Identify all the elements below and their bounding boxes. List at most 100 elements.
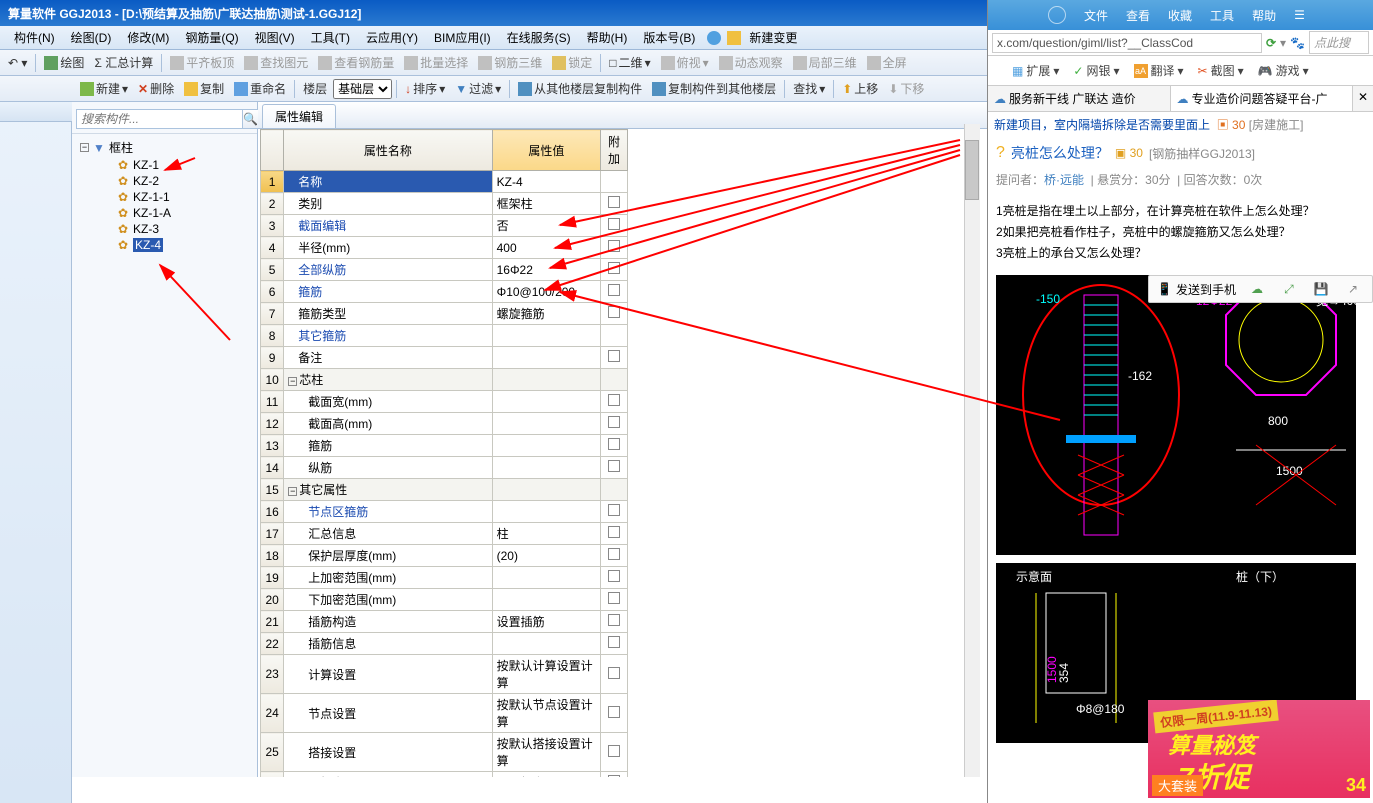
bt-games[interactable]: 🎮游戏 ▾	[1258, 62, 1309, 79]
prop-row[interactable]: 16 节点区箍筋	[261, 501, 628, 523]
prop-row[interactable]: 18 保护层厚度(mm) (20)	[261, 545, 628, 567]
prop-value[interactable]: 柱	[492, 523, 600, 545]
search-input[interactable]	[76, 109, 243, 129]
tree-item-kz3[interactable]: ✿KZ-3	[72, 221, 257, 237]
b-fav[interactable]: 收藏	[1168, 7, 1192, 24]
tree-root[interactable]: − ▼ 框柱	[72, 138, 257, 157]
tb-fullscreen[interactable]: 全屏	[863, 52, 911, 73]
extra-checkbox[interactable]	[608, 284, 620, 296]
tb-top-view[interactable]: 俯视 ▾	[657, 52, 713, 73]
stop-icon[interactable]: ▾	[1280, 36, 1286, 50]
tb-view-rebar[interactable]: 查看钢筋量	[314, 52, 398, 73]
prop-row[interactable]: 26 顶标高(m) 层顶标高	[261, 772, 628, 778]
prop-row[interactable]: 20 下加密范围(mm)	[261, 589, 628, 611]
extra-checkbox[interactable]	[608, 196, 620, 208]
prop-name[interactable]: 箍筋类型	[284, 303, 492, 325]
refresh-icon[interactable]: ⟳	[1266, 36, 1276, 50]
tb-find-elem[interactable]: 查找图元	[240, 52, 312, 73]
prop-value[interactable]	[492, 391, 600, 413]
share-icon[interactable]: ↗	[1342, 279, 1364, 299]
bt-ext[interactable]: ▦扩展 ▾	[1012, 62, 1059, 79]
menu-component[interactable]: 构件(N)	[6, 25, 63, 50]
menu-tools[interactable]: 工具(T)	[303, 25, 358, 50]
question-title[interactable]: 亮桩怎么处理？	[1011, 143, 1109, 163]
prop-name[interactable]: 节点区箍筋	[284, 501, 492, 523]
prop-row[interactable]: 25 搭接设置 按默认搭接设置计算	[261, 733, 628, 772]
question-tag[interactable]: [钢筋抽样GGJ2013]	[1149, 145, 1255, 162]
prop-row[interactable]: 21 插筋构造 设置插筋	[261, 611, 628, 633]
prop-row[interactable]: 6 箍筋 Φ10@100/200	[261, 281, 628, 303]
bt-trans[interactable]: aA翻译 ▾	[1134, 62, 1184, 79]
tb-rename[interactable]: 重命名	[230, 78, 290, 99]
prop-value[interactable]: 设置插筋	[492, 611, 600, 633]
b-menu[interactable]: ☰	[1294, 8, 1305, 22]
promo-banner[interactable]: 仅限一周(11.9-11.13) 算量秘笈 7折促 大套装 34	[1148, 700, 1370, 798]
prop-value[interactable]: 螺旋箍筋	[492, 303, 600, 325]
extra-checkbox[interactable]	[608, 218, 620, 230]
prop-row[interactable]: 11 截面宽(mm)	[261, 391, 628, 413]
prop-value[interactable]: 否	[492, 215, 600, 237]
tb-copy-to-floor[interactable]: 复制构件到其他楼层	[648, 78, 780, 99]
prop-name[interactable]: 纵筋	[284, 457, 492, 479]
save-icon[interactable]: 💾	[1310, 279, 1332, 299]
tb-local-3d[interactable]: 局部三维	[789, 52, 861, 73]
bt-screenshot[interactable]: ✂截图 ▾	[1198, 62, 1244, 79]
search-button[interactable]: 🔍	[243, 109, 259, 129]
prop-name[interactable]: 全部纵筋	[284, 259, 492, 281]
user-icon[interactable]	[1048, 6, 1066, 24]
prop-row[interactable]: 4 半径(mm) 400	[261, 237, 628, 259]
floor-select[interactable]: 基础层	[333, 79, 392, 99]
prop-value[interactable]	[492, 347, 600, 369]
extra-checkbox[interactable]	[608, 350, 620, 362]
prop-name[interactable]: 截面高(mm)	[284, 413, 492, 435]
prop-name[interactable]: 节点设置	[284, 694, 492, 733]
group-toggle-icon[interactable]: −	[288, 377, 297, 386]
prop-name[interactable]: 下加密范围(mm)	[284, 589, 492, 611]
prop-name[interactable]: 截面编辑	[284, 215, 492, 237]
send-phone-button[interactable]: 📱发送到手机	[1157, 281, 1236, 298]
prop-row[interactable]: 8 其它箍筋	[261, 325, 628, 347]
b-file[interactable]: 文件	[1084, 7, 1108, 24]
prop-row[interactable]: 13 箍筋	[261, 435, 628, 457]
tb-draw[interactable]: 绘图	[40, 52, 88, 73]
tb-find[interactable]: 查找 ▾	[789, 78, 829, 99]
prop-name[interactable]: 搭接设置	[284, 733, 492, 772]
tree-toggle-icon[interactable]: −	[80, 143, 89, 152]
tb-delete[interactable]: ✕删除	[134, 78, 178, 99]
tb-filter[interactable]: ▼过滤 ▾	[451, 78, 505, 99]
prop-value[interactable]	[492, 435, 600, 457]
prop-value[interactable]: 16Φ22	[492, 259, 600, 281]
prop-value[interactable]: 层顶标高	[492, 772, 600, 778]
extra-checkbox[interactable]	[608, 614, 620, 626]
tab-service[interactable]: ☁服务新干线 广联达 造价	[988, 86, 1171, 111]
prop-name[interactable]: 插筋信息	[284, 633, 492, 655]
extra-checkbox[interactable]	[608, 706, 620, 718]
tb-copy[interactable]: 复制	[180, 78, 228, 99]
extra-checkbox[interactable]	[608, 240, 620, 252]
tb-undo[interactable]: ↶ ▾	[4, 54, 31, 72]
tb-batch-select[interactable]: 批量选择	[400, 52, 472, 73]
prop-row[interactable]: 24 节点设置 按默认节点设置计算	[261, 694, 628, 733]
group-toggle-icon[interactable]: −	[288, 487, 297, 496]
prop-row[interactable]: 7 箍筋类型 螺旋箍筋	[261, 303, 628, 325]
author-link[interactable]: 桥·远能	[1044, 173, 1084, 187]
tb-sum[interactable]: Σ 汇总计算	[90, 52, 157, 73]
prop-row[interactable]: 23 计算设置 按默认计算设置计算	[261, 655, 628, 694]
tree-item-kz4[interactable]: ✿KZ-4	[72, 237, 257, 253]
prop-value[interactable]: Φ10@100/200	[492, 281, 600, 303]
menu-draw[interactable]: 绘图(D)	[63, 25, 120, 50]
tab-qa[interactable]: ☁专业造价问题答疑平台-广	[1171, 86, 1354, 111]
prop-row[interactable]: 5 全部纵筋 16Φ22	[261, 259, 628, 281]
menu-cloud[interactable]: 云应用(Y)	[358, 25, 426, 50]
prop-value[interactable]	[492, 633, 600, 655]
prop-value[interactable]	[492, 567, 600, 589]
prop-value[interactable]: 按默认计算设置计算	[492, 655, 600, 694]
prop-row[interactable]: 14 纵筋	[261, 457, 628, 479]
tb-new[interactable]: 新建 ▾	[76, 78, 132, 99]
prev-question-snippet[interactable]: 新建项目，室内隔墙拆除是否需要里面上 ▣ 30 [房建施工]	[988, 112, 1373, 137]
prop-name[interactable]: 类别	[284, 193, 492, 215]
extra-checkbox[interactable]	[608, 667, 620, 679]
prop-row[interactable]: 1 名称 KZ-4	[261, 171, 628, 193]
extra-checkbox[interactable]	[608, 394, 620, 406]
extra-checkbox[interactable]	[608, 306, 620, 318]
